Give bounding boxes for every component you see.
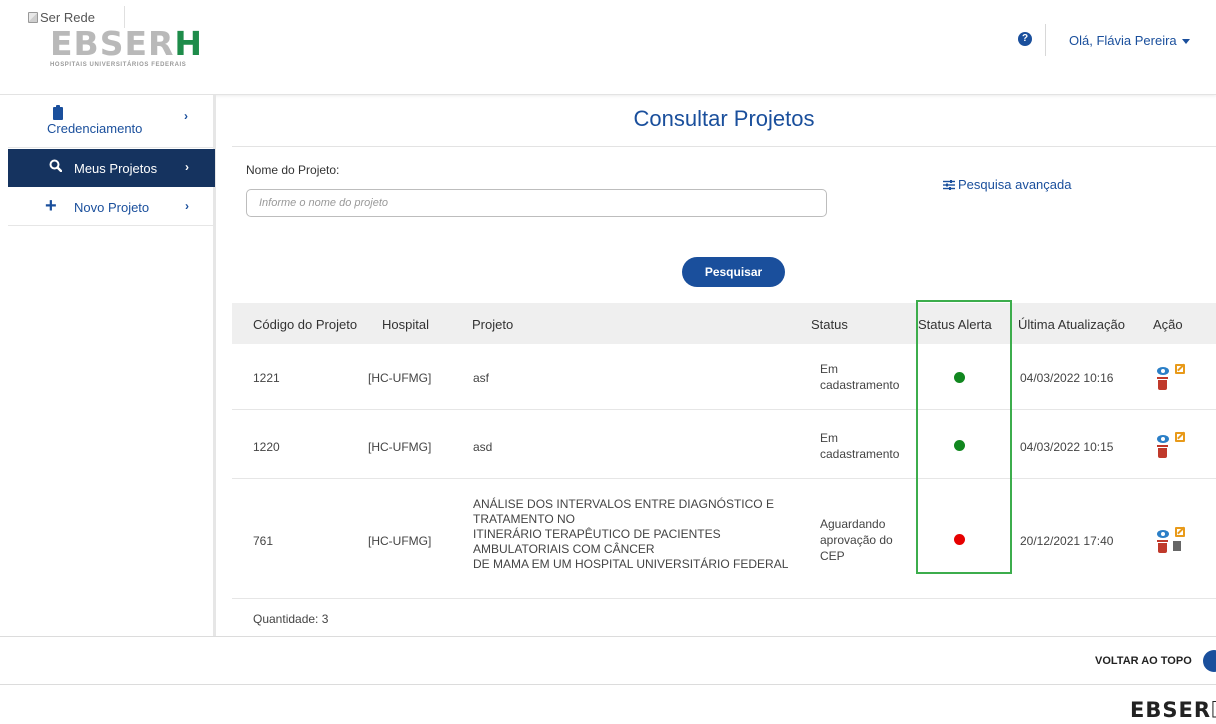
chevron-right-icon: › [185,199,189,213]
project-name-input[interactable] [246,189,827,217]
row3-project-line: ITINERÁRIO TERAPÊUTICO DE PACIENTES [473,527,721,541]
status-alert-highlight-box [916,300,1012,574]
question-circle-icon[interactable]: ? [1018,32,1032,46]
row2-status-line2: cadastramento [820,447,900,461]
advanced-search-label: Pesquisa avançada [958,177,1072,192]
top-header: Ser Rede EBSERH HOSPITAIS UNIVERSITÁRIOS… [0,0,1216,95]
column-header-last-update[interactable]: Última Atualização [1018,317,1125,332]
row2-updated: 04/03/2022 10:15 [1020,440,1114,454]
row3-status-line1: Aguardando [820,517,886,531]
row3-status-line2: aprovação do [820,533,893,547]
sliders-icon [943,179,955,190]
trash-icon[interactable] [1157,377,1168,390]
result-quantity: Quantidade: 3 [253,612,329,626]
caret-down-icon [1181,39,1190,45]
row1-hospital: [HC-UFMG] [368,371,432,385]
row3-code: 761 [253,534,274,548]
edit-icon[interactable] [1175,527,1185,537]
row1-status-line2: cadastramento [820,378,900,392]
row1-code: 1221 [253,371,280,385]
sidebar-item-credenciamento[interactable]: Credenciamento › [8,95,215,148]
logo-alt-text: Ser Rede [40,10,95,25]
edit-icon[interactable] [1175,432,1185,442]
row1-status-line1: Em [820,362,838,376]
logo-text: EBSER [50,24,175,63]
row1-status: Em cadastramento [820,361,899,393]
broken-image-icon [28,12,38,23]
trash-icon[interactable] [1157,540,1168,553]
edit-icon[interactable] [1175,364,1185,374]
trash-icon[interactable] [1157,445,1168,458]
row2-status: Em cadastramento [820,430,899,462]
row2-status-line1: Em [820,431,838,445]
column-header-code[interactable]: Código do Projeto [253,317,357,332]
row-divider [232,478,1216,479]
view-eye-icon[interactable] [1157,367,1169,375]
sidebar-item-meus-projetos[interactable]: Meus Projetos › [8,149,215,187]
document-icon[interactable] [1173,541,1181,551]
view-eye-icon[interactable] [1157,435,1169,443]
row3-project-line: ANÁLISE DOS INTERVALOS ENTRE DIAGNÓSTICO… [473,497,774,511]
footer-logo-text: EBSER [1130,698,1211,722]
row2-hospital: [HC-UFMG] [368,440,432,454]
row3-status-line3: CEP [820,549,845,563]
view-eye-icon[interactable] [1157,530,1169,538]
row3-project-line: TRATAMENTO NO [473,512,575,526]
column-header-status[interactable]: Status [811,317,848,332]
advanced-search-link[interactable]: Pesquisa avançada [943,177,1071,192]
logo-broken-image: Ser Rede [28,10,95,25]
row3-project-line: DE MAMA EM UM HOSPITAL UNIVERSITÁRIO FED… [473,557,789,571]
column-header-project[interactable]: Projeto [472,317,513,332]
row-divider [232,598,1216,599]
sidebar-item-novo-projeto[interactable]: + Novo Projeto › [8,188,215,226]
row3-project: ANÁLISE DOS INTERVALOS ENTRE DIAGNÓSTICO… [473,497,788,572]
chevron-right-icon: › [184,109,188,123]
column-header-action: Ação [1153,317,1183,332]
user-greeting: Olá, Flávia Pereira [1069,33,1177,48]
sidebar-item-label: Meus Projetos [74,161,158,176]
chevron-right-icon: › [185,160,189,174]
row1-updated: 04/03/2022 10:16 [1020,371,1114,385]
row-divider [232,409,1216,410]
plus-icon: + [45,195,57,217]
project-name-label: Nome do Projeto: [246,163,340,177]
row2-project: asd [473,440,493,454]
arrow-up-circle-icon[interactable] [1203,650,1216,672]
row3-project-line: AMBULATORIAIS COM CÂNCER [473,542,655,556]
sidebar-item-label: Novo Projeto [74,200,150,215]
row1-project: asf [473,371,490,385]
footer-ebserh-logo: EBSERH [1130,698,1216,723]
footer-divider [0,684,1216,685]
title-divider [232,146,1216,147]
row3-status: Aguardando aprovação do CEP [820,516,893,564]
row3-hospital: [HC-UFMG] [368,534,432,548]
row3-updated: 20/12/2021 17:40 [1020,534,1114,548]
back-to-top-link[interactable]: VOLTAR AO TOPO [1095,655,1192,667]
sidebar: Credenciamento › Meus Projetos › + Novo … [0,95,216,636]
logo-subtitle: HOSPITAIS UNIVERSITÁRIOS FEDERAIS [50,62,187,68]
clipboard-icon [53,105,63,120]
page-title: Consultar Projetos [633,106,815,131]
logo-text-h: H [174,24,204,63]
column-header-hospital[interactable]: Hospital [382,317,429,332]
ebserh-logo[interactable]: EBSERH [50,26,203,62]
sidebar-item-label: Credenciamento [47,121,143,136]
footer-logo-text-h: H [1211,698,1216,723]
user-menu-dropdown[interactable]: Olá, Flávia Pereira [1069,33,1190,48]
header-separator [1045,24,1046,56]
footer-divider [0,636,1216,637]
search-icon [49,159,62,172]
search-button[interactable]: Pesquisar [682,257,785,287]
row2-code: 1220 [253,440,280,454]
